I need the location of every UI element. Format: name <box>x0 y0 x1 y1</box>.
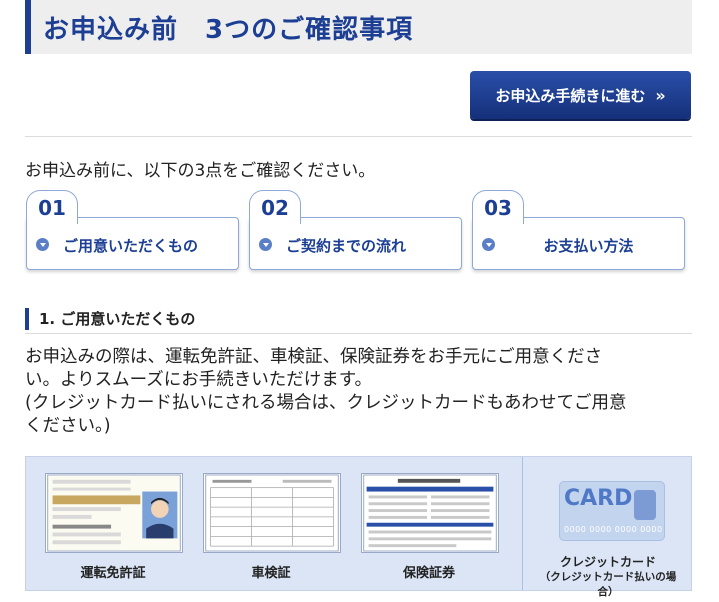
step-number: 01 <box>26 190 78 224</box>
double-chevron-right-icon: » <box>655 85 666 105</box>
step-label: ご用意いただくもの <box>63 237 199 255</box>
credit-card-caption: クレジットカード （クレジットカード払いの場合） <box>533 555 683 600</box>
step-label: お支払い方法 <box>543 237 634 255</box>
section-body-text: お申込みの際は、運転免許証、車検証、保険証券をお手元にご用意くださ い。よりスム… <box>25 346 691 438</box>
divider <box>25 333 692 334</box>
credit-card-item: CARD 0000 0000 0000 0000 クレジットカード （クレジット… <box>533 467 683 598</box>
step-card-payment-method[interactable]: お支払い方法 <box>472 217 685 270</box>
body-line: お申込みの際は、運転免許証、車検証、保険証券をお手元にご用意くださ <box>25 347 603 367</box>
circle-chevron-down-icon <box>259 238 272 251</box>
proceed-to-application-button[interactable]: お申込み手続きに進む » <box>470 71 691 119</box>
intro-text: お申込み前に、以下の3点をご確認ください。 <box>25 161 376 181</box>
credit-card-icon: CARD 0000 0000 0000 0000 <box>559 481 665 541</box>
caption-line: クレジットカード <box>559 555 656 569</box>
document-caption: 車検証 <box>251 566 291 581</box>
body-line: ください。) <box>25 416 111 436</box>
drivers-license-item: 運転免許証 <box>38 467 188 585</box>
vehicle-inspection-certificate-icon <box>203 473 341 553</box>
document-caption: 保険証券 <box>402 566 455 581</box>
drivers-license-icon <box>45 473 183 553</box>
section-heading: 1. ご用意いただくもの <box>25 308 195 330</box>
divider <box>25 136 692 137</box>
body-line: (クレジットカード払いにされる場合は、クレジットカードもあわせてご用意 <box>25 393 627 413</box>
page-title: お申込み前 3つのご確認事項 <box>43 14 414 45</box>
insurance-policy-icon <box>361 473 499 553</box>
insurance-policy-item: 保険証券 <box>354 467 504 585</box>
circle-chevron-down-icon <box>36 238 49 251</box>
step-number: 03 <box>472 190 524 224</box>
proceed-button-label: お申込み手続きに進む <box>495 86 646 105</box>
card-chip <box>634 490 656 520</box>
caption-line: （クレジットカード払いの場合） <box>539 571 677 598</box>
card-word: CARD <box>564 486 633 511</box>
step-label: ご契約までの流れ <box>286 237 407 255</box>
card-number: 0000 0000 0000 0000 <box>564 525 663 534</box>
body-line: い。よりスムーズにお手続きいただけます。 <box>25 370 373 390</box>
panel-divider <box>522 457 523 590</box>
vehicle-inspection-item: 車検証 <box>196 467 346 585</box>
required-documents-panel: 運転免許証 車検証 保険証券 CARD 0000 0000 0000 0000 … <box>25 456 692 598</box>
step-number: 02 <box>249 190 301 224</box>
step-card-prepare[interactable]: ご用意いただくもの <box>26 217 239 270</box>
document-caption: 運転免許証 <box>80 566 146 581</box>
page-header: お申込み前 3つのご確認事項 <box>25 0 692 54</box>
step-card-contract-flow[interactable]: ご契約までの流れ <box>249 217 462 270</box>
